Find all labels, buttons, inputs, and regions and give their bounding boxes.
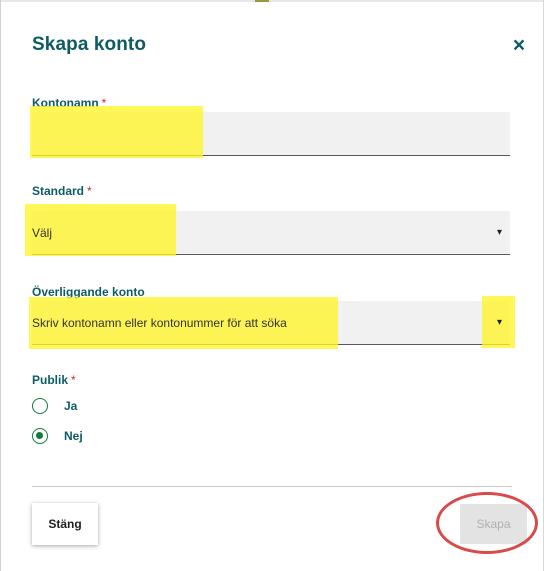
overliggande-konto-text-layer: Skriv kontonamn eller kontonummer för at… bbox=[32, 301, 510, 345]
top-strip-mark bbox=[255, 0, 269, 2]
radio-checked-icon[interactable] bbox=[32, 428, 48, 444]
overliggande-konto-placeholder: Skriv kontonamn eller kontonummer för at… bbox=[32, 316, 287, 330]
create-account-dialog: Skapa konto × Kontonamn * Standard * ▾ Väl… bbox=[0, 0, 544, 571]
radio-label-ja: Ja bbox=[64, 399, 78, 413]
required-mark: * bbox=[71, 373, 76, 387]
standard-label: Standard * bbox=[32, 184, 92, 198]
close-icon[interactable]: × bbox=[509, 35, 529, 56]
standard-selected-value: Välj bbox=[32, 226, 53, 240]
annotation-circle bbox=[436, 492, 538, 554]
close-button[interactable]: Stäng bbox=[32, 503, 98, 545]
chevron-down-icon[interactable]: ▾ bbox=[497, 301, 502, 345]
radio-option-ja[interactable]: Ja bbox=[32, 396, 77, 416]
footer-divider bbox=[32, 486, 512, 487]
publik-label-text: Publik bbox=[32, 373, 69, 387]
standard-select-value-layer: Välj bbox=[32, 211, 510, 255]
publik-label: Publik * bbox=[32, 373, 76, 387]
radio-unchecked-icon[interactable] bbox=[32, 398, 48, 414]
dialog-title: Skapa konto bbox=[32, 34, 147, 55]
top-strip bbox=[0, 0, 544, 2]
required-mark: * bbox=[87, 184, 92, 198]
radio-label-nej: Nej bbox=[64, 429, 83, 443]
radio-option-nej[interactable]: Nej bbox=[32, 426, 83, 446]
page-edge-left bbox=[0, 0, 1, 571]
highlight-kontonamn bbox=[30, 106, 203, 158]
standard-label-text: Standard bbox=[32, 184, 85, 198]
